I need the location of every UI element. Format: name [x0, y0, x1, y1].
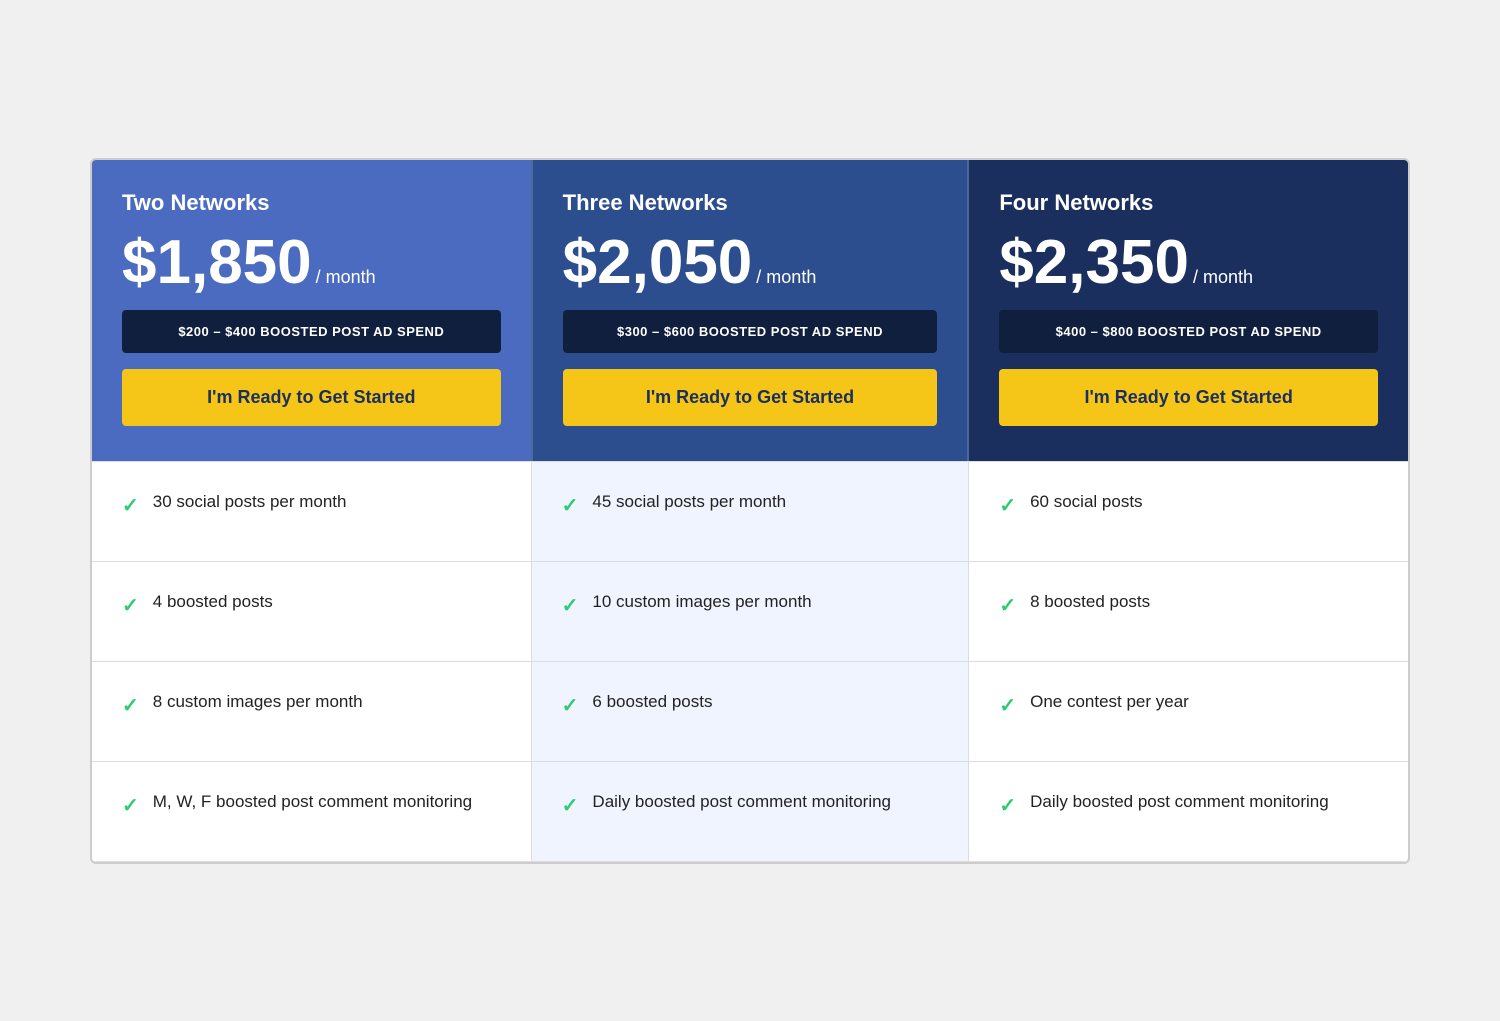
list-item: ✓ 30 social posts per month [92, 462, 531, 562]
feature-column-3: ✓ 60 social posts ✓ 8 boosted posts ✓ On… [969, 461, 1408, 862]
check-icon: ✓ [562, 492, 579, 520]
plan-3-ad-spend: $400 – $800 BOOSTED POST AD SPEND [999, 310, 1378, 353]
plan-1-name: Two Networks [122, 190, 501, 216]
feature-column-2: ✓ 45 social posts per month ✓ 10 custom … [531, 461, 970, 862]
feature-column-1: ✓ 30 social posts per month ✓ 4 boosted … [92, 461, 531, 862]
feature-label: M, W, F boosted post comment monitoring [153, 790, 501, 814]
check-icon: ✓ [999, 492, 1016, 520]
plan-3-cta-button[interactable]: I'm Ready to Get Started [999, 369, 1378, 426]
feature-label: Daily boosted post comment monitoring [592, 790, 938, 814]
plan-1-header: Two Networks $1,850 / month $200 – $400 … [92, 160, 531, 461]
feature-label: 60 social posts [1030, 490, 1378, 514]
plan-3-period: / month [1193, 268, 1253, 286]
plan-3-price: $2,350 [999, 232, 1189, 294]
plan-1-ad-spend: $200 – $400 BOOSTED POST AD SPEND [122, 310, 501, 353]
check-icon: ✓ [999, 692, 1016, 720]
list-item: ✓ 8 custom images per month [92, 662, 531, 762]
check-icon: ✓ [122, 492, 139, 520]
list-item: ✓ 8 boosted posts [969, 562, 1408, 662]
pricing-header: Two Networks $1,850 / month $200 – $400 … [92, 160, 1408, 461]
list-item: ✓ 60 social posts [969, 462, 1408, 562]
feature-label: 8 boosted posts [1030, 590, 1378, 614]
plan-2-ad-spend: $300 – $600 BOOSTED POST AD SPEND [563, 310, 938, 353]
check-icon: ✓ [562, 792, 579, 820]
list-item: ✓ 6 boosted posts [532, 662, 969, 762]
feature-label: 30 social posts per month [153, 490, 501, 514]
pricing-table: Two Networks $1,850 / month $200 – $400 … [90, 158, 1410, 864]
check-icon: ✓ [122, 792, 139, 820]
plan-2-cta-button[interactable]: I'm Ready to Get Started [563, 369, 938, 426]
plan-3-price-row: $2,350 / month [999, 232, 1378, 294]
check-icon: ✓ [999, 592, 1016, 620]
plan-1-price: $1,850 [122, 232, 312, 294]
plan-1-cta-button[interactable]: I'm Ready to Get Started [122, 369, 501, 426]
plan-1-price-row: $1,850 / month [122, 232, 501, 294]
feature-label: 6 boosted posts [592, 690, 938, 714]
plan-1-period: / month [316, 268, 376, 286]
check-icon: ✓ [999, 792, 1016, 820]
feature-label: Daily boosted post comment monitoring [1030, 790, 1378, 814]
plan-2-price: $2,050 [563, 232, 753, 294]
plan-3-name: Four Networks [999, 190, 1378, 216]
pricing-features: ✓ 30 social posts per month ✓ 4 boosted … [92, 461, 1408, 862]
check-icon: ✓ [562, 692, 579, 720]
list-item: ✓ Daily boosted post comment monitoring [532, 762, 969, 862]
check-icon: ✓ [562, 592, 579, 620]
list-item: ✓ One contest per year [969, 662, 1408, 762]
plan-2-name: Three Networks [563, 190, 938, 216]
plan-2-price-row: $2,050 / month [563, 232, 938, 294]
list-item: ✓ M, W, F boosted post comment monitorin… [92, 762, 531, 862]
list-item: ✓ 10 custom images per month [532, 562, 969, 662]
feature-label: 4 boosted posts [153, 590, 501, 614]
feature-label: 45 social posts per month [592, 490, 938, 514]
list-item: ✓ 4 boosted posts [92, 562, 531, 662]
list-item: ✓ 45 social posts per month [532, 462, 969, 562]
plan-2-period: / month [756, 268, 816, 286]
feature-label: One contest per year [1030, 690, 1378, 714]
plan-2-header: Three Networks $2,050 / month $300 – $60… [531, 160, 970, 461]
plan-3-header: Four Networks $2,350 / month $400 – $800… [969, 160, 1408, 461]
check-icon: ✓ [122, 692, 139, 720]
check-icon: ✓ [122, 592, 139, 620]
list-item: ✓ Daily boosted post comment monitoring [969, 762, 1408, 862]
feature-label: 8 custom images per month [153, 690, 501, 714]
feature-label: 10 custom images per month [592, 590, 938, 614]
